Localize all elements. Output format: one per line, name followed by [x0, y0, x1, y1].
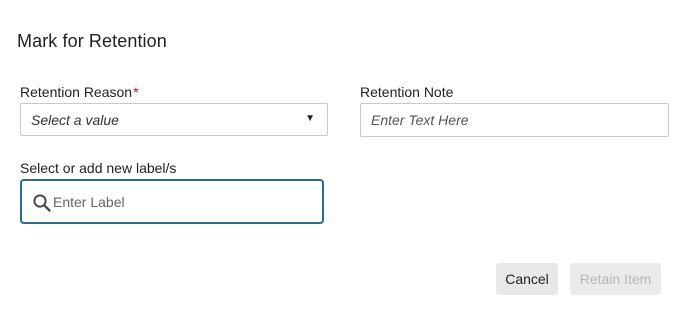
retention-reason-selected-value: Select a value — [31, 112, 119, 128]
label-input[interactable] — [53, 190, 313, 214]
search-icon — [33, 194, 51, 212]
cancel-button[interactable]: Cancel — [496, 263, 558, 295]
retention-reason-select[interactable]: Select a value ▼ — [20, 103, 328, 136]
retention-note-input[interactable] — [360, 103, 669, 137]
dialog-title: Mark for Retention — [17, 31, 167, 51]
retention-reason-label: Retention Reason* — [20, 84, 139, 100]
mark-for-retention-dialog: Mark for Retention Retention Reason* Sel… — [0, 0, 687, 309]
required-marker: * — [133, 84, 139, 100]
retention-reason-label-text: Retention Reason — [20, 84, 133, 100]
retention-note-label: Retention Note — [360, 84, 454, 100]
caret-down-icon: ▼ — [305, 113, 315, 124]
label-search-box[interactable] — [20, 179, 324, 224]
retain-item-button[interactable]: Retain Item — [570, 263, 661, 295]
labels-label: Select or add new label/s — [20, 160, 177, 176]
